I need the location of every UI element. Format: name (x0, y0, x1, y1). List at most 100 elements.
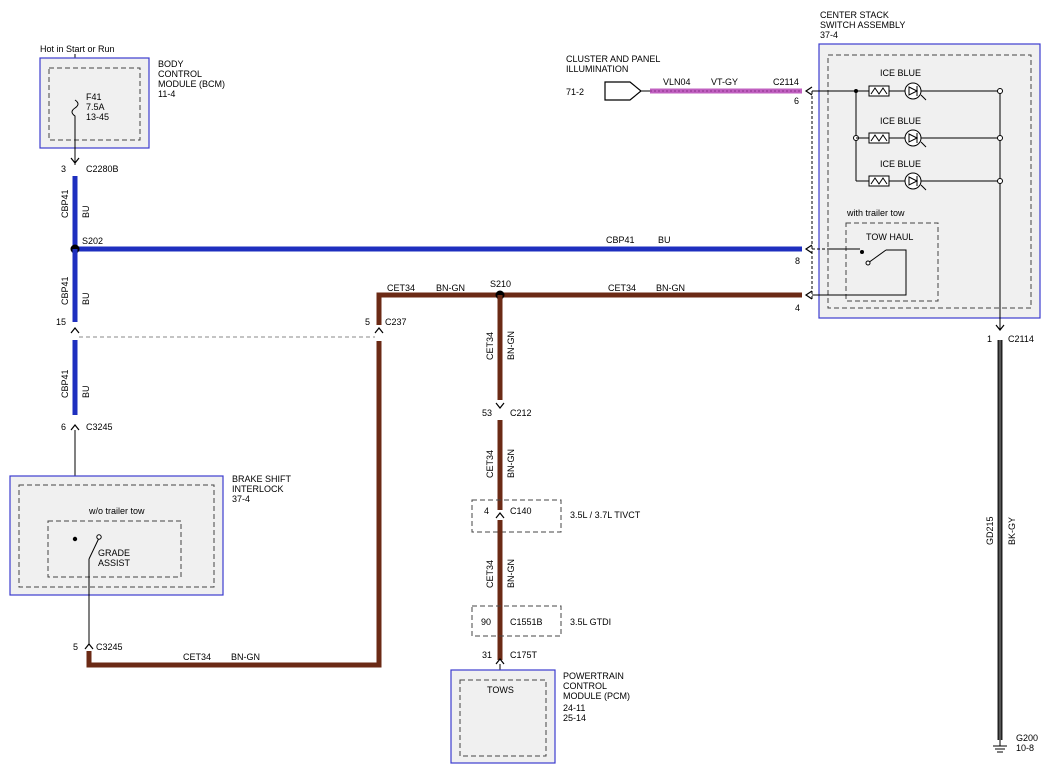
lamp-1-icon (904, 82, 922, 100)
c2114-pin6: 6 (794, 96, 799, 106)
lamp-2-label: ICE BLUE (880, 116, 921, 126)
wire-cbp41-low-circuit: CBP41 (60, 369, 70, 398)
ground-ref: 10-8 (1016, 743, 1034, 753)
c212-pin: 53 (482, 408, 492, 418)
cluster-arrow-icon (604, 81, 642, 101)
wire-cet34-v3-circuit: CET34 (485, 560, 495, 588)
lamp-2-icon (904, 129, 922, 147)
fuse-rating: 7.5A (86, 102, 105, 112)
splice-s210-label: S210 (490, 279, 511, 289)
grade-assist-pivot (96, 534, 102, 540)
c3245-top-connector (70, 424, 80, 431)
pcm-title-1: POWERTRAIN (563, 671, 624, 681)
c237-left-pin: 15 (56, 317, 66, 327)
c140-label: C140 (510, 506, 532, 516)
wire-cet34-top-circuit: CET34 (387, 283, 415, 293)
brake-shift-interlock-module (9, 475, 224, 596)
c237-right-pin: 5 (365, 317, 370, 327)
c1551b-pin: 90 (481, 617, 491, 627)
brake-shift-ref: 37-4 (232, 494, 250, 504)
bcm-title-ref: 11-4 (158, 89, 175, 99)
c140-variant-box (471, 499, 562, 533)
wire-cet34-v2-circuit: CET34 (485, 450, 495, 478)
c175t-label: C175T (510, 650, 538, 660)
wire-cet34-top (376, 292, 802, 325)
center-stack-pin4-connector (804, 290, 813, 300)
c212-connector (495, 402, 505, 409)
wire-cbp41-top-color: BU (81, 205, 91, 218)
center-stack-pin8-connector (804, 244, 813, 254)
bcm-title-line-1: BODY (158, 59, 184, 69)
wire-cbp41-main-color: BU (658, 235, 671, 245)
c3245-bottom-pin: 5 (73, 642, 78, 652)
brake-shift-variant: w/o trailer tow (88, 506, 145, 516)
c212-label: C212 (510, 408, 532, 418)
fuse-name: F41 (86, 92, 102, 102)
bcm-title-line-3: MODULE (BCM) (158, 79, 225, 89)
tow-haul-variant: with trailer tow (846, 208, 905, 218)
pcm-ref-2: 25-14 (563, 713, 586, 723)
center-stack-title-1: CENTER STACK (820, 10, 889, 20)
wire-cbp41-mid-color: BU (81, 292, 91, 305)
c2280b-label: C2280B (86, 164, 119, 174)
c237-right-connector (374, 327, 384, 334)
wire-vln04-circuit: VLN04 (663, 77, 691, 87)
bcm-title-line-2: CONTROL (158, 69, 202, 79)
brake-shift-title-1: BRAKE SHIFT (232, 474, 292, 484)
tow-haul-contact (860, 250, 864, 254)
c2114-ground-label: C2114 (1008, 334, 1034, 344)
ground-icon (993, 740, 1007, 753)
pcm-title-2: CONTROL (563, 681, 607, 691)
bcm-supply-label: Hot in Start or Run (40, 44, 115, 54)
wire-vln04-color: VT-GY (711, 77, 738, 87)
splice-s202-label: S202 (82, 236, 103, 246)
c3245-top-pin: 6 (61, 422, 66, 432)
c140-note: 3.5L / 3.7L TIVCT (570, 510, 641, 520)
grade-assist-label-1: GRADE (98, 548, 130, 558)
pcm-ref-1: 24-11 (563, 703, 585, 713)
wire-gd215-circuit: GD215 (985, 516, 995, 545)
wire-cet34-v1-color: BN-GN (506, 331, 516, 360)
center-stack-ref: 37-4 (820, 30, 838, 40)
c1551b-label: C1551B (510, 617, 543, 627)
tow-haul-label: TOW HAUL (866, 232, 913, 242)
c2114-label: C2114 (773, 77, 799, 87)
wire-cbp41-low-color: BU (81, 385, 91, 398)
pcm-module (450, 669, 556, 764)
c140-pin: 4 (484, 506, 489, 516)
wire-cet34-v3-color: BN-GN (506, 559, 516, 588)
cluster-ref: 71-2 (566, 87, 584, 97)
c237-left-connector (70, 327, 80, 334)
wiring-diagram: Hot in Start or Run F41 7.5A 13-45 BODY … (9, 10, 1041, 764)
lamp-3-label: ICE BLUE (880, 159, 921, 169)
c2280b-pin: 3 (61, 164, 66, 174)
cluster-title-1: CLUSTER AND PANEL (566, 54, 660, 64)
wire-gd215-color: BK-GY (1007, 517, 1017, 545)
wire-cet34-top-color: BN-GN (436, 283, 465, 293)
c3245-bottom-connector (84, 643, 94, 650)
wire-cet34-right-color: BN-GN (656, 283, 685, 293)
fuse-ref: 13-45 (86, 112, 109, 122)
wire-cet34-bottom-circuit: CET34 (183, 652, 211, 662)
c2114-pin6-connector (804, 86, 813, 96)
grade-assist-contact (72, 536, 78, 542)
c1551b-note: 3.5L GTDI (570, 617, 611, 627)
pcm-title-3: MODULE (PCM) (563, 691, 630, 701)
tow-haul-pivot (865, 260, 871, 266)
c3245-top-label: C3245 (86, 422, 113, 432)
pcm-tows-label: TOWS (487, 685, 514, 695)
c175t-connector (495, 658, 505, 665)
c237-label: C237 (385, 317, 407, 327)
center-stack-pin8: 8 (795, 256, 800, 266)
brake-shift-title-2: INTERLOCK (232, 484, 284, 494)
lamp-1-label: ICE BLUE (880, 68, 921, 78)
lamp-3-icon (904, 172, 922, 190)
center-stack-title-2: SWITCH ASSEMBLY (820, 20, 905, 30)
wire-cbp41-main-circuit: CBP41 (606, 235, 635, 245)
cluster-title-2: ILLUMINATION (566, 64, 628, 74)
wire-cet34-right-circuit: CET34 (608, 283, 636, 293)
center-stack-pin4: 4 (795, 303, 800, 313)
wire-cbp41-top-circuit: CBP41 (60, 189, 70, 218)
wire-cet34-v1-circuit: CET34 (485, 332, 495, 360)
wire-cbp41-mid-circuit: CBP41 (60, 276, 70, 305)
